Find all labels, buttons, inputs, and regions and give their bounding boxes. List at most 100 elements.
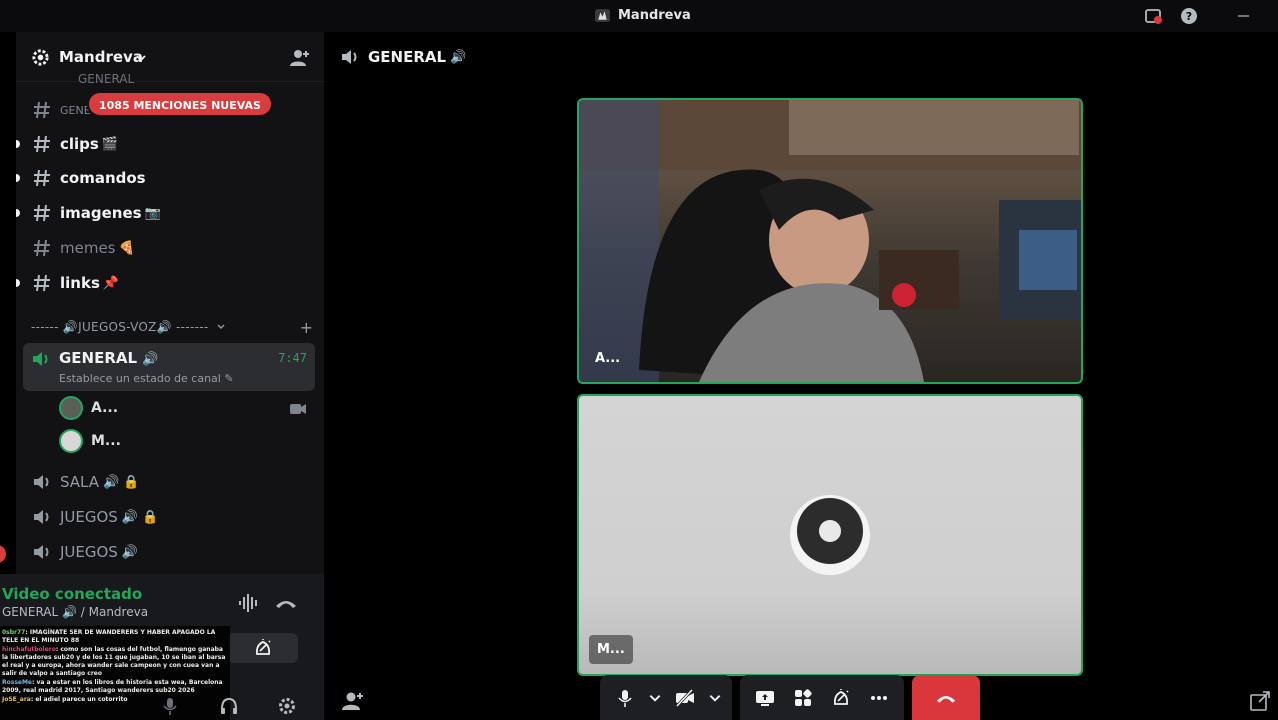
unread-indicator <box>16 140 20 148</box>
invite-people-icon[interactable] <box>289 48 311 68</box>
call-duration: 7:47 <box>278 351 307 365</box>
voice-channel-general-active[interactable]: GENERAL 🔊 7:47 Establece un estado de ca… <box>23 343 315 391</box>
video-tile-a[interactable]: A... <box>577 98 1083 384</box>
chat-message: 0sbr77: IMAGÍNATE SER DE WANDERERS Y HAB… <box>2 629 216 644</box>
inbox-icon[interactable] <box>1144 7 1162 25</box>
channel-label: links 📌 <box>60 274 120 292</box>
activity-controls <box>740 675 904 720</box>
camera-options-button[interactable] <box>708 683 722 713</box>
server-icon <box>595 9 610 22</box>
soundboard-icon <box>833 688 849 705</box>
channel-label: comandos <box>60 169 146 187</box>
speaker-icon <box>34 510 49 524</box>
voice-channel-label: JUEGOS 🔊 🔒 <box>60 508 159 526</box>
channel-label: imagenes 📷 <box>60 204 161 222</box>
text-channel-icon <box>34 101 50 119</box>
voice-channel-juegos-2[interactable]: JUEGOS 🔊 <box>24 537 138 567</box>
more-icon <box>871 695 887 700</box>
chevron-down-icon <box>709 694 721 702</box>
microphone-icon[interactable] <box>160 696 180 716</box>
participant-avatar <box>790 495 870 575</box>
server-header[interactable]: Mandreva <box>16 32 324 82</box>
chat-message: RosseMe: va a estar en los libros de his… <box>2 679 223 694</box>
disconnect-icon[interactable] <box>274 596 298 610</box>
speaker-icon <box>33 352 48 366</box>
mic-options-button[interactable] <box>648 683 662 713</box>
channel-links[interactable]: links 📌 <box>16 267 316 299</box>
channel-label: clips 🎬 <box>60 135 119 153</box>
channel-status-prompt[interactable]: Establece un estado de canal ✎ <box>59 372 234 385</box>
voice-user-name: A... <box>91 400 119 416</box>
camera-off-icon <box>675 688 694 707</box>
unread-indicator <box>16 209 20 217</box>
voice-channel-label: SALA 🔊 🔒 <box>60 473 140 491</box>
invite-to-call-icon[interactable] <box>341 690 365 712</box>
soundboard-button[interactable] <box>826 683 856 713</box>
activities-button[interactable] <box>788 683 818 713</box>
speaker-icon <box>34 545 49 559</box>
screen-share-button[interactable] <box>750 683 780 713</box>
voice-channel-label: JUEGOS 🔊 <box>60 543 139 561</box>
channel-clips[interactable]: clips 🎬 <box>16 128 316 160</box>
camera-button[interactable] <box>670 683 700 713</box>
speaker-icon <box>342 50 357 64</box>
channel-imagenes[interactable]: imagenes 📷 <box>16 197 316 229</box>
voice-user-name: M... <box>91 433 121 449</box>
text-channel-icon <box>34 274 50 292</box>
text-channel-icon <box>34 169 50 187</box>
avatar <box>59 396 83 420</box>
text-channel-icon <box>34 135 50 153</box>
channel-label: memes 🍕 <box>60 239 135 257</box>
minimize-icon[interactable] <box>1235 7 1253 25</box>
call-controls <box>600 675 980 720</box>
svg-text:?: ? <box>1186 10 1192 23</box>
noise-suppression-icon[interactable] <box>238 593 260 613</box>
voice-channel-juegos-1[interactable]: JUEGOS 🔊 🔒 <box>24 502 158 532</box>
new-mentions-pill[interactable]: 1085 MENCIONES NUEVAS <box>87 91 273 117</box>
pencil-icon: ✎ <box>224 372 234 385</box>
help-icon[interactable]: ? <box>1180 7 1198 25</box>
voice-channel-sala[interactable]: SALA 🔊 🔒 <box>24 467 139 497</box>
window-title: Mandreva <box>594 7 691 24</box>
speaker-icon <box>34 475 49 489</box>
chevron-down-icon <box>136 55 146 62</box>
lock-icon: 🔒 <box>142 509 159 525</box>
category-label: ------ 🔊JUEGOS-VOZ🔊 ------- <box>31 320 209 334</box>
channel-comandos[interactable]: comandos <box>16 162 316 194</box>
webcam-video <box>579 100 1081 382</box>
voice-channel-label: GENERAL 🔊 <box>59 349 159 367</box>
hang-up-icon <box>936 695 956 703</box>
soundboard-button[interactable] <box>228 633 298 663</box>
mic-camera-controls <box>600 675 732 720</box>
voice-stage: GENERAL 🔊 A... M... <box>324 32 1278 720</box>
channel-memes[interactable]: memes 🍕 <box>24 232 316 264</box>
voice-channel-title: GENERAL 🔊 <box>368 48 467 66</box>
screen-share-icon <box>756 690 774 706</box>
more-options-button[interactable] <box>864 683 894 713</box>
activities-icon <box>795 688 812 706</box>
chat-message: hinchafutbolero: como son las cosas del … <box>2 646 226 677</box>
user-settings-icon[interactable] <box>277 696 297 716</box>
voice-connected-status[interactable]: Video conectado <box>2 585 142 603</box>
disconnect-button[interactable] <box>912 675 980 720</box>
mute-button[interactable] <box>610 683 640 713</box>
mention-badge <box>0 545 6 563</box>
voice-user-a[interactable]: A... <box>59 393 118 423</box>
window-title-text: Mandreva <box>618 8 691 23</box>
video-tile-m[interactable]: M... <box>577 394 1083 676</box>
microphone-icon <box>618 689 632 707</box>
pop-out-icon[interactable] <box>1249 690 1271 712</box>
category-juegos-voz[interactable]: ------ 🔊JUEGOS-VOZ🔊 ------- + <box>31 318 313 337</box>
chevron-down-icon <box>649 694 661 702</box>
stream-chat-overlay: 0sbr77: IMAGÍNATE SER DE WANDERERS Y HAB… <box>0 626 230 720</box>
soundboard-icon <box>255 639 271 655</box>
create-channel-icon[interactable]: + <box>300 318 313 337</box>
headphones-icon[interactable] <box>219 696 239 716</box>
camera-icon <box>290 404 306 414</box>
voice-user-m[interactable]: M... <box>59 426 121 456</box>
voice-connected-channel[interactable]: GENERAL 🔊 / Mandreva <box>2 605 148 619</box>
channel-label: GENE <box>60 103 91 117</box>
participant-name: A... <box>595 351 621 366</box>
chat-message: JoSE_ara: el adiel parece un cotorrito <box>2 696 128 703</box>
server-name: Mandreva <box>59 48 143 66</box>
